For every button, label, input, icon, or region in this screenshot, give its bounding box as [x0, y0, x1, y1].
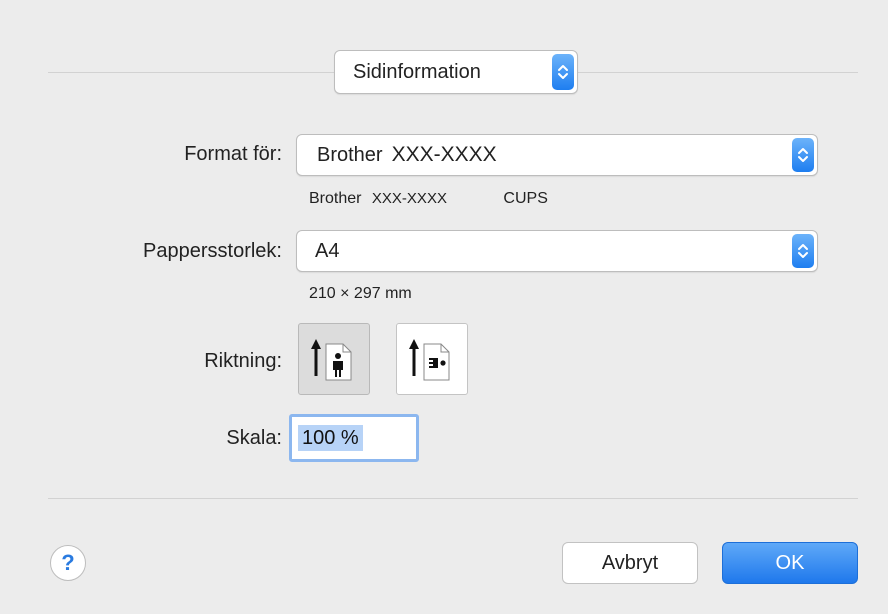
printer-detail-prefix: Brother — [309, 190, 362, 207]
format-for-value: Brother XXX-XXXX — [317, 135, 497, 175]
top-separator-right — [578, 72, 858, 73]
paper-dimensions: 210 × 297 mm — [309, 285, 412, 302]
paper-size-value: A4 — [315, 239, 340, 262]
up-down-chevron-icon — [792, 234, 814, 268]
top-separator-left — [48, 72, 334, 73]
format-for-value-prefix: Brother — [317, 143, 383, 166]
landscape-orientation-button[interactable] — [396, 323, 468, 395]
paper-size-label: Pappersstorlek: — [143, 240, 282, 262]
ok-button[interactable]: OK — [722, 542, 858, 584]
cancel-button[interactable]: Avbryt — [562, 542, 698, 584]
question-mark-icon: ? — [61, 550, 75, 575]
up-down-chevron-icon — [552, 54, 574, 90]
scale-label: Skala: — [226, 427, 282, 449]
help-button[interactable]: ? — [50, 545, 86, 581]
format-for-popup[interactable]: Brother XXX-XXXX — [296, 134, 818, 176]
section-popup-value: Sidinformation — [353, 60, 481, 83]
landscape-orientation-icon — [409, 339, 450, 381]
printer-detail-suffix: CUPS — [503, 190, 548, 207]
portrait-orientation-icon — [311, 339, 352, 381]
scale-input[interactable]: 100 % — [289, 414, 419, 462]
scale-input-value: 100 % — [298, 425, 363, 451]
portrait-orientation-button[interactable] — [298, 323, 370, 395]
up-down-chevron-icon — [792, 138, 814, 172]
bottom-separator — [48, 498, 858, 499]
section-popup[interactable]: Sidinformation — [334, 50, 578, 94]
printer-detail: Brother XXX-XXXX CUPS — [309, 190, 548, 208]
format-for-value-model: XXX-XXXX — [391, 143, 497, 166]
printer-detail-model: XXX-XXXX — [371, 190, 447, 207]
format-for-label: Format för: — [184, 143, 282, 165]
orientation-label: Riktning: — [204, 350, 282, 372]
paper-size-popup[interactable]: A4 — [296, 230, 818, 272]
